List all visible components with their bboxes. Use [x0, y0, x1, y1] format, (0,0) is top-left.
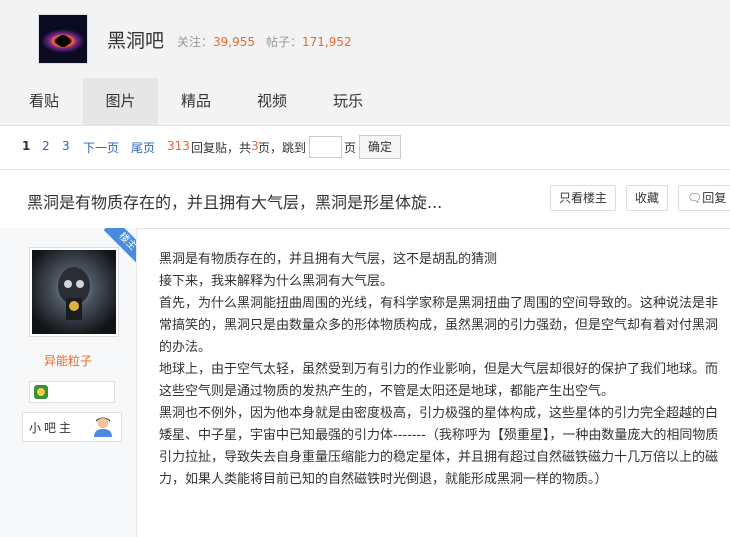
follow-stat: 关注：39,955: [177, 33, 255, 50]
reply-button[interactable]: 🗨回复: [678, 185, 730, 211]
page-unit: 页: [344, 141, 357, 155]
black-hole-image: [39, 15, 87, 63]
page-jump-input[interactable]: [309, 136, 342, 158]
post-paragraph: 首先，为什么黑洞能扭曲周围的光线，有科学家称是黑洞扭曲了周围的空间导致的。这种说…: [159, 296, 719, 355]
page-link-3[interactable]: 3: [62, 139, 70, 153]
post-content: 黑洞是有物质存在的，并且拥有大气层，这不是胡乱的猜测 接下来，我来解释为什么黑洞…: [159, 249, 725, 491]
tab-featured[interactable]: 精品: [164, 78, 228, 125]
tab-videos[interactable]: 视频: [240, 78, 304, 125]
post-paragraph: 黑洞也不例外，因为他本身就是由密度极高，引力极强的星体构成，这些星体的引力完全超…: [159, 406, 719, 487]
collect-button[interactable]: 收藏: [626, 185, 668, 211]
role-box: 小吧主: [22, 412, 122, 442]
forum-nav: 看贴 图片 精品 视频 玩乐: [0, 78, 730, 126]
tab-posts[interactable]: 看贴: [12, 78, 76, 125]
post-paragraph: 黑洞是有物质存在的，并且拥有大气层，这不是胡乱的猜测: [159, 252, 498, 267]
tab-games[interactable]: 玩乐: [316, 78, 380, 125]
comment-icon: 🗨: [687, 191, 703, 205]
follow-label: 关注：: [177, 35, 214, 49]
posts-label: 帖子：: [266, 35, 303, 49]
reply-label: 回复贴，共: [191, 141, 252, 155]
author-name[interactable]: 异能粒子: [0, 352, 136, 369]
follow-count: 39,955: [213, 35, 256, 49]
op-badge: 楼主: [100, 228, 136, 264]
pages-suffix: 页，跳到: [258, 141, 307, 155]
last-page-link[interactable]: 尾页: [131, 139, 155, 156]
forum-avatar[interactable]: [38, 14, 88, 64]
next-page-link[interactable]: 下一页: [83, 139, 119, 156]
level-icon: [34, 385, 48, 399]
forum-header: 黑洞吧 关注：39,955 帖子：171,952: [0, 0, 730, 78]
go-button[interactable]: 确定: [359, 135, 401, 159]
tab-images[interactable]: 图片: [83, 78, 158, 125]
posts-stat: 帖子：171,952: [266, 33, 352, 50]
thread-title-bar: 黑洞是有物质存在的，并且拥有大气层，黑洞是形星体旋... 只看楼主 收藏 🗨回复: [0, 169, 730, 229]
post-paragraph: 地球上，由于空气太轻，虽然受到万有引力的作业影响，但是大气层却很好的保护了我们地…: [159, 362, 719, 399]
page-current: 1: [22, 139, 31, 153]
reply-count: 313: [167, 139, 190, 153]
user-icon: [94, 417, 112, 437]
page-link-2[interactable]: 2: [42, 139, 50, 153]
role-label: 小吧主: [29, 421, 75, 435]
forum-name[interactable]: 黑洞吧: [107, 26, 164, 53]
level-box[interactable]: [29, 381, 115, 403]
post-paragraph: 接下来，我来解释为什么黑洞有大气层。: [159, 274, 394, 289]
pagination: 1 2 3 下一页 尾页 313 回复贴，共 3 页，跳到 页 确定: [0, 125, 730, 169]
posts-count: 171,952: [302, 35, 352, 49]
only-author-button[interactable]: 只看楼主: [550, 185, 616, 211]
reply-button-label: 回复: [702, 191, 727, 205]
thread-title: 黑洞是有物质存在的，并且拥有大气层，黑洞是形星体旋...: [27, 193, 443, 212]
op-badge-label: 楼主: [103, 228, 136, 264]
